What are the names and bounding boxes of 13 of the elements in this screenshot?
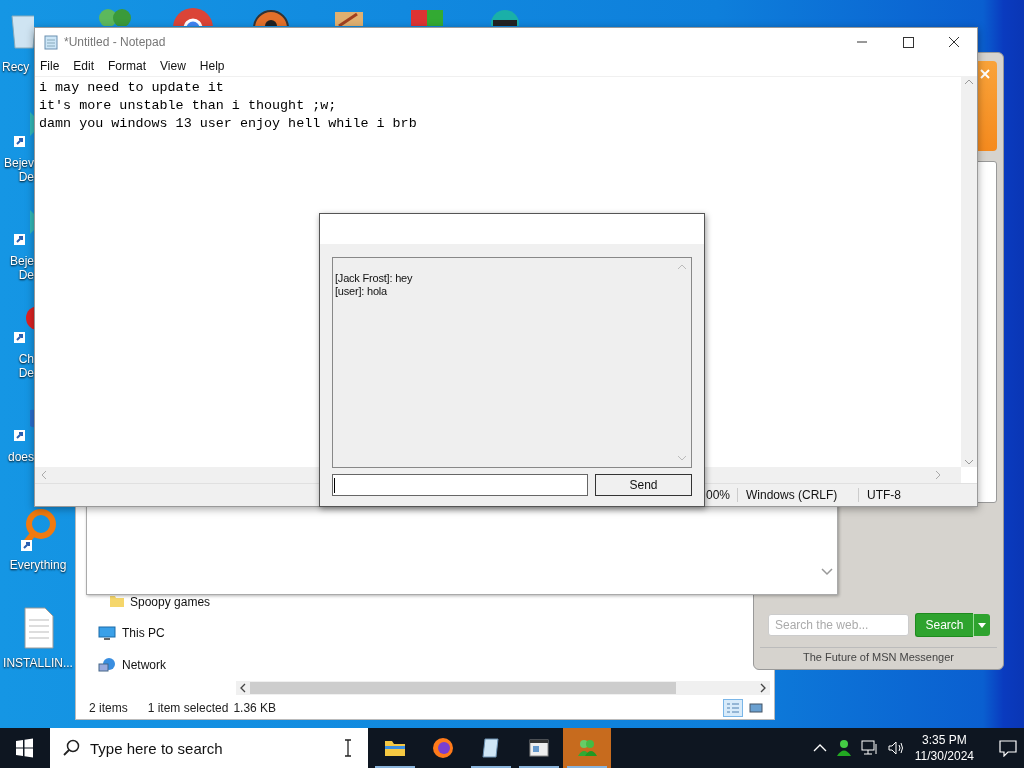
text-line: i may need to update it — [39, 79, 225, 97]
status-text: 00% — [706, 488, 738, 502]
chat-message: [user]: hola — [335, 285, 389, 298]
status-text: UTF-8 — [867, 488, 902, 502]
status-text: Windows (CRLF) — [746, 488, 859, 502]
status-text: 1 item selected — [147, 701, 229, 715]
chat-message: [Jack Frost]: hey — [335, 272, 414, 285]
status-text: 1.36 KB — [233, 701, 277, 715]
footer-text: The Future of MSN Messenger — [760, 647, 997, 667]
text-line: it's more unstable than i thought ;w; — [39, 97, 338, 115]
window-title: *Untitled - Notepad — [64, 35, 166, 49]
text-line: damn you windows 13 user enjoy hell while i brb — [39, 115, 418, 133]
status-text: 2 items — [89, 701, 128, 715]
